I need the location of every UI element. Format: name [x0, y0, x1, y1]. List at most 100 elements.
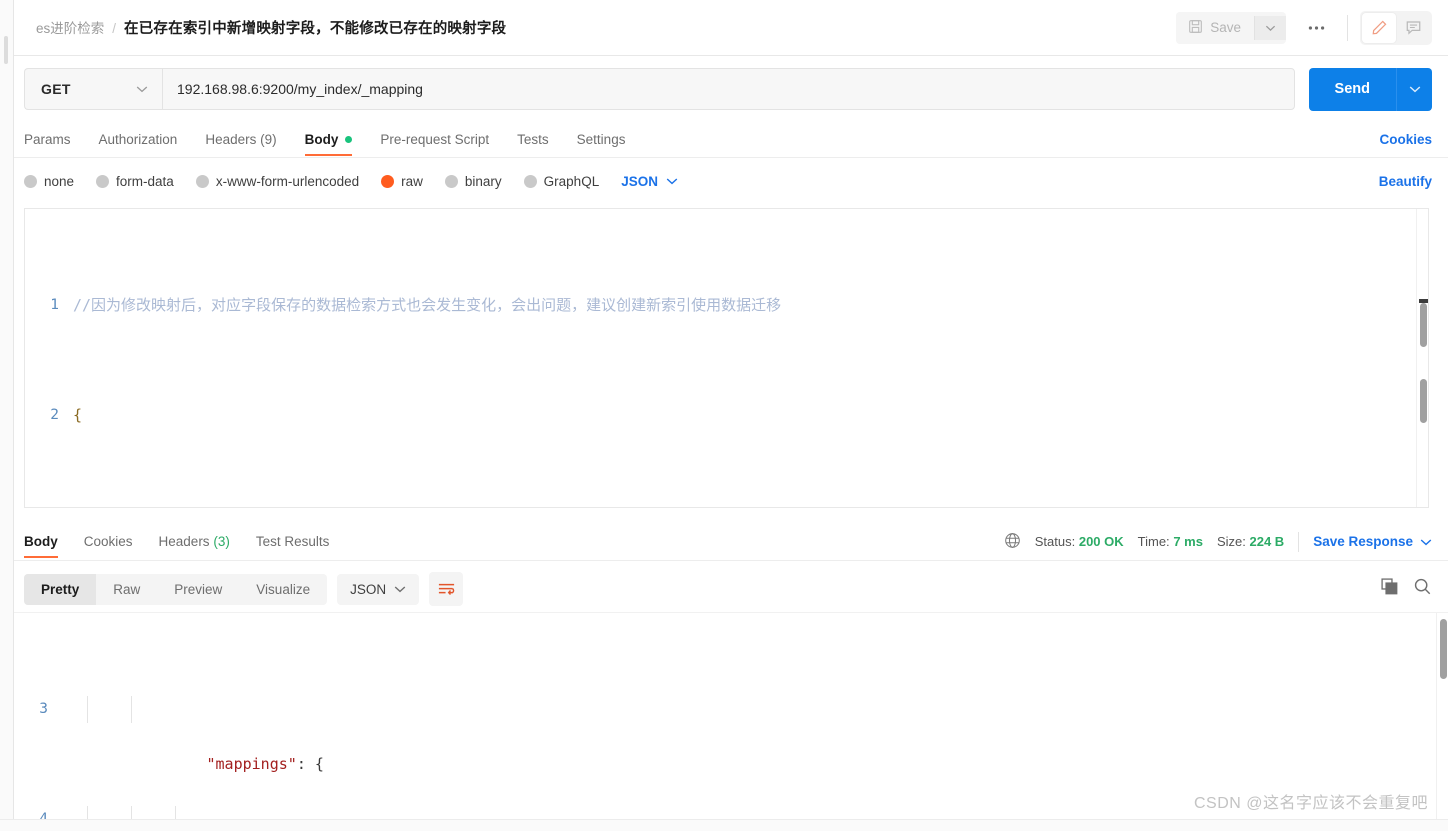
body-type-binary[interactable]: binary	[444, 173, 502, 189]
response-tab-cookies[interactable]: Cookies	[84, 534, 133, 558]
request-code-block[interactable]: 1 //因为修改映射后，对应字段保存的数据检索方式也会发生变化，会出问题，建议创…	[25, 209, 1428, 507]
response-tab-body[interactable]: Body	[24, 534, 58, 558]
tab-pre-request-script[interactable]: Pre-request Script	[380, 132, 489, 156]
code-key: "mappings"	[206, 754, 297, 773]
tab-label: Headers (9)	[205, 131, 277, 147]
status-text: Status: 200 OK	[1035, 534, 1124, 549]
editor-scrollbar-thumb[interactable]	[1420, 303, 1427, 347]
line-number: 4	[39, 810, 48, 820]
radio-icon	[24, 174, 37, 188]
copy-icon[interactable]	[1380, 577, 1399, 601]
search-icon[interactable]	[1413, 577, 1432, 601]
http-method-label: GET	[41, 81, 71, 97]
tab-label: Settings	[576, 131, 626, 147]
pencil-icon	[1372, 20, 1386, 35]
radio-label: GraphQL	[543, 173, 600, 189]
beautify-link[interactable]: Beautify	[1379, 174, 1432, 189]
save-button[interactable]: Save	[1176, 11, 1254, 44]
more-options-button[interactable]	[1298, 19, 1335, 37]
send-button[interactable]: Send	[1308, 67, 1396, 111]
request-tab-bar: Params Authorization Headers (9) Body Pr…	[14, 122, 1448, 158]
edit-request-button[interactable]	[1362, 12, 1396, 43]
radio-label: x-www-form-urlencoded	[215, 173, 360, 189]
sidebar-resize-handle[interactable]	[4, 36, 8, 64]
response-scrollbar-thumb[interactable]	[1440, 619, 1447, 679]
response-tab-test-results[interactable]: Test Results	[256, 534, 330, 558]
send-dropdown-button[interactable]	[1396, 67, 1432, 111]
chevron-down-icon	[394, 586, 406, 593]
response-tab-headers-label: Headers	[158, 533, 210, 549]
response-body-viewer[interactable]: 3 "mappings": { 4 "properties": { 5 "age…	[14, 612, 1448, 819]
radio-label: binary	[464, 173, 502, 189]
word-wrap-toggle[interactable]	[429, 572, 464, 606]
save-button-group[interactable]: Save	[1176, 11, 1286, 44]
response-format-select[interactable]: JSON	[337, 573, 420, 605]
save-dropdown-button[interactable]	[1254, 15, 1286, 40]
breadcrumb-collection[interactable]: es进阶检索	[36, 17, 104, 37]
code-line: 1 //因为修改映射后，对应字段保存的数据检索方式也会发生变化，会出问题，建议创…	[25, 292, 1428, 320]
radio-icon-selected	[381, 174, 395, 188]
body-type-urlencoded[interactable]: x-www-form-urlencoded	[195, 173, 360, 189]
size-label: Size:	[1216, 534, 1246, 549]
breadcrumb-separator: /	[112, 21, 117, 36]
code-text: {	[73, 405, 83, 424]
tab-body[interactable]: Body	[304, 132, 353, 156]
size-value: 224 B	[1249, 534, 1285, 549]
radio-icon	[195, 174, 209, 188]
response-code-block[interactable]: 3 "mappings": { 4 "properties": { 5 "age…	[14, 613, 1448, 819]
body-format-label: JSON	[621, 173, 658, 189]
body-type-graphql[interactable]: GraphQL	[523, 173, 600, 189]
request-url-bar: GET 192.168.98.6:9200/my_index/_mapping …	[14, 56, 1448, 122]
chevron-down-icon	[136, 86, 148, 93]
radio-label: form-data	[116, 173, 174, 189]
tab-params[interactable]: Params	[24, 132, 71, 156]
meta-divider	[1298, 531, 1300, 552]
editor-scrollbar-thumb-secondary[interactable]	[1420, 379, 1427, 423]
cookies-link[interactable]: Cookies	[1379, 132, 1432, 147]
header-actions: Save	[1176, 10, 1448, 45]
response-tab-headers[interactable]: Headers (3)	[159, 534, 230, 558]
line-number: 1	[50, 296, 59, 313]
time-text: Time: 7 ms	[1138, 534, 1203, 549]
tab-authorization[interactable]: Authorization	[99, 132, 178, 156]
response-meta: Status: 200 OK Time: 7 ms Size: 224 B Sa…	[1004, 531, 1432, 552]
globe-icon	[1004, 532, 1021, 552]
response-view-visualize[interactable]: Visualize	[239, 574, 327, 605]
radio-icon	[444, 174, 458, 188]
comment-button[interactable]	[1396, 13, 1430, 43]
response-line: 4 "properties": {	[14, 805, 1448, 820]
editor-scrollbar-track[interactable]	[1416, 209, 1428, 507]
response-view-pretty[interactable]: Pretty	[24, 573, 97, 605]
chevron-down-icon	[1420, 538, 1432, 545]
chevron-down-icon	[1409, 86, 1420, 93]
response-toolbar: Pretty Raw Preview Visualize JSON	[14, 566, 1448, 612]
time-value: 7 ms	[1173, 534, 1203, 549]
tab-label: Pre-request Script	[380, 131, 490, 147]
status-value: 200 OK	[1078, 534, 1124, 549]
size-text: Size: 224 B	[1217, 534, 1284, 549]
http-method-select[interactable]: GET	[24, 68, 162, 110]
tab-headers[interactable]: Headers (9)	[205, 132, 276, 156]
response-tools-right	[1380, 577, 1432, 601]
tab-settings[interactable]: Settings	[577, 132, 626, 156]
response-line: 3 "mappings": {	[14, 695, 1448, 773]
save-response-button[interactable]: Save Response	[1313, 534, 1432, 549]
response-view-preview[interactable]: Preview	[157, 574, 239, 605]
body-type-form-data[interactable]: form-data	[96, 174, 174, 189]
status-label: Status:	[1034, 534, 1076, 549]
body-format-select[interactable]: JSON	[621, 174, 678, 189]
floppy-disk-icon	[1188, 19, 1203, 37]
radio-label: raw	[401, 173, 423, 189]
request-url-input[interactable]: 192.168.98.6:9200/my_index/_mapping	[162, 68, 1295, 110]
radio-icon	[96, 174, 110, 188]
body-type-raw[interactable]: raw	[381, 174, 423, 189]
request-body-editor[interactable]: 1 //因为修改映射后，对应字段保存的数据检索方式也会发生变化，会出问题，建议创…	[24, 208, 1429, 508]
code-comment: //因为修改映射后，对应字段保存的数据检索方式也会发生变化，会出问题，建议创建新…	[73, 295, 782, 314]
tab-tests[interactable]: Tests	[517, 132, 549, 156]
body-type-none[interactable]: none	[24, 174, 74, 189]
save-button-label: Save	[1210, 20, 1241, 35]
request-header: es进阶检索 / 在已存在索引中新增映射字段，不能修改已存在的映射字段 Save	[14, 0, 1448, 56]
response-view-raw[interactable]: Raw	[96, 574, 157, 605]
page-title: 在已存在索引中新增映射字段，不能修改已存在的映射字段	[124, 21, 507, 37]
body-present-indicator-icon	[345, 135, 353, 143]
